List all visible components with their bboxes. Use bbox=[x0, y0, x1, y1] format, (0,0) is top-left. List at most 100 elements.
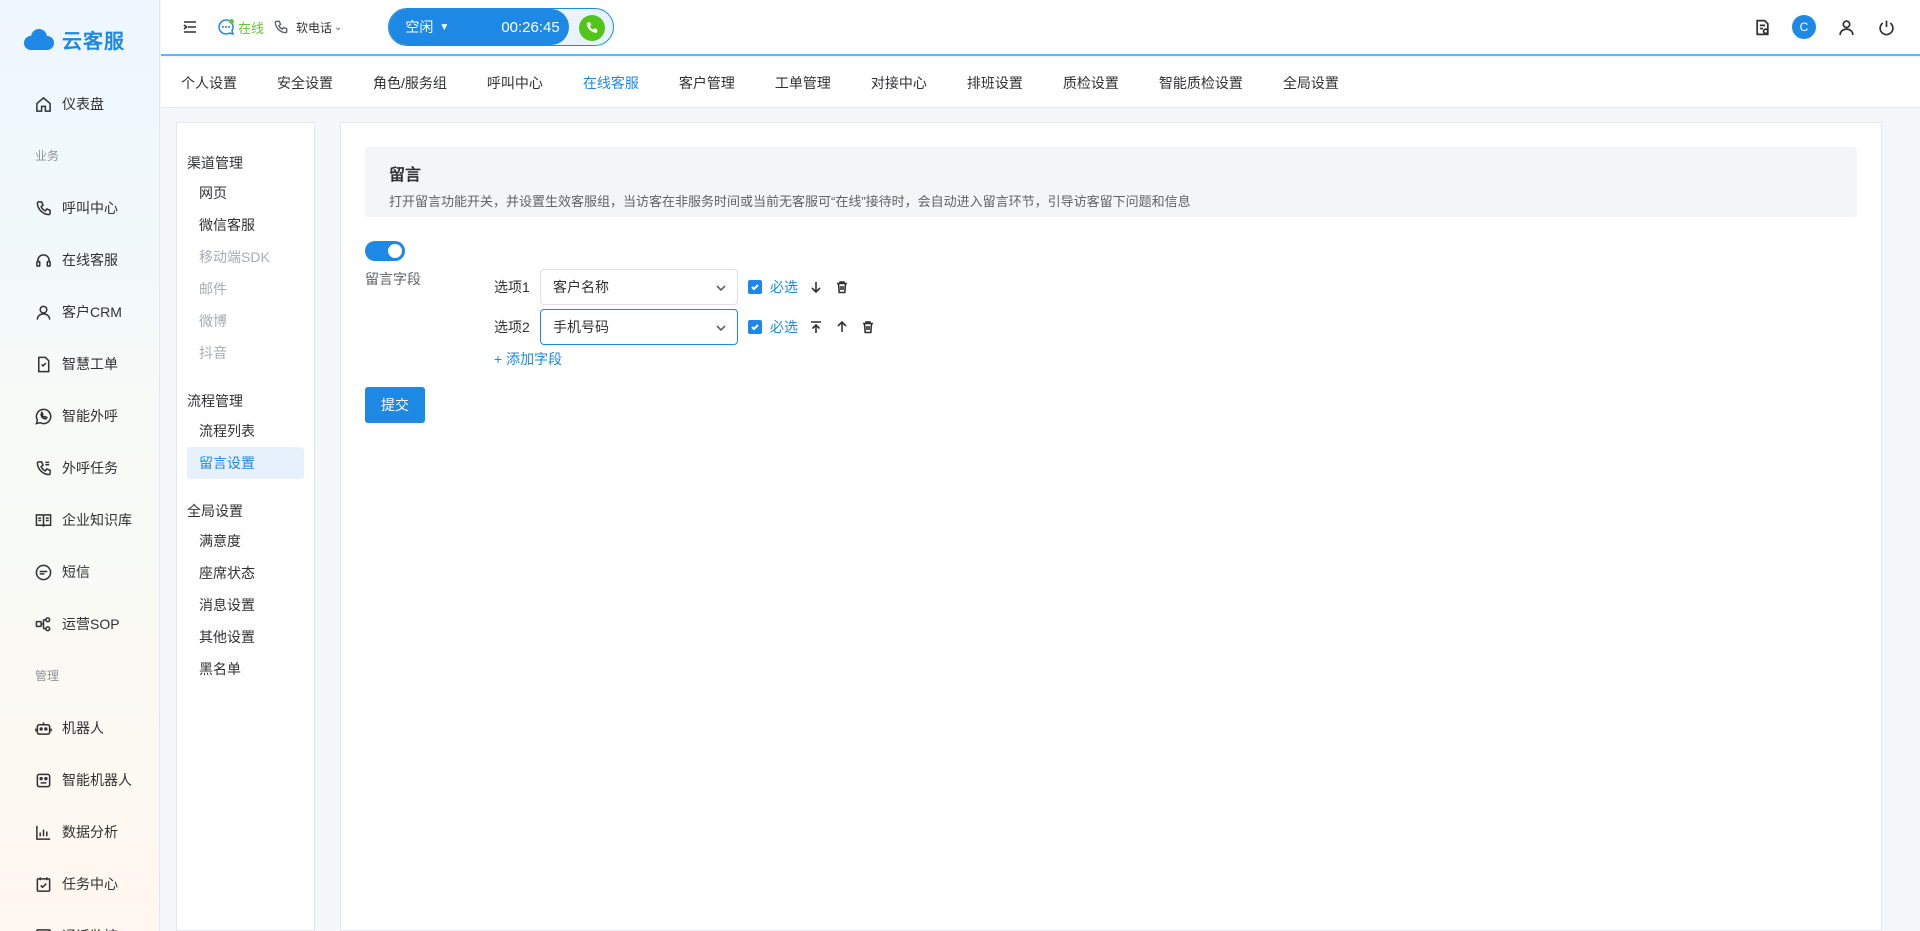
logo: 云客服 bbox=[0, 0, 159, 78]
power-icon[interactable] bbox=[1876, 17, 1896, 37]
subnav-item[interactable]: 流程列表 bbox=[187, 415, 304, 447]
submit-button[interactable]: 提交 bbox=[365, 387, 425, 423]
subnav-spacer bbox=[177, 479, 314, 497]
tab-item[interactable]: 在线客服 bbox=[583, 73, 639, 93]
settings-tabs: 个人设置 安全设置 角色/服务组 呼叫中心 在线客服 客户管理 工单管理 对接中心 排班设置 质检… bbox=[161, 58, 1920, 108]
sidebar: 云客服 仪表盘 业务 呼叫中心 在线客服 客户CRM 智慧工单 智能外呼 外呼任务 企业知识库短… bbox=[0, 0, 160, 931]
required-label[interactable]: 必选 bbox=[770, 317, 798, 337]
sidebar-item[interactable]: 智慧工单 bbox=[0, 338, 159, 390]
subnav-spacer bbox=[177, 369, 314, 387]
delete-icon[interactable] bbox=[860, 319, 876, 335]
header-actions: C bbox=[1732, 15, 1896, 39]
sidebar-item[interactable]: 任务中心 bbox=[0, 858, 159, 910]
chevron-down-icon bbox=[715, 322, 726, 332]
tab-item[interactable]: 角色/服务组 bbox=[373, 73, 447, 93]
phone-task-icon bbox=[34, 459, 52, 477]
sidebar-item[interactable]: 智能外呼 bbox=[0, 390, 159, 442]
tab-item[interactable]: 呼叫中心 bbox=[487, 73, 543, 93]
subnav-item: 邮件 bbox=[199, 281, 227, 297]
delete-icon[interactable] bbox=[834, 279, 850, 295]
message-toggle-switch[interactable] bbox=[365, 241, 405, 261]
sidebar-item[interactable]: 机器人 bbox=[0, 702, 159, 754]
sidebar-item-label: 智能机器人 bbox=[62, 772, 132, 788]
required-checkbox-1[interactable] bbox=[748, 280, 762, 294]
move-down-icon[interactable] bbox=[808, 279, 824, 295]
subnav-item: 微博 bbox=[199, 313, 227, 329]
chat-status-icon bbox=[218, 19, 235, 36]
option-1-select[interactable]: 客户名称 bbox=[540, 269, 738, 305]
menu-collapse-icon[interactable] bbox=[181, 18, 199, 36]
smart-robot-icon bbox=[34, 771, 52, 789]
tab-item[interactable]: 个人设置 bbox=[181, 73, 237, 93]
tab-item[interactable]: 排班设置 bbox=[967, 73, 1023, 93]
whatsapp-icon bbox=[34, 407, 52, 425]
call-bar: 空闲 ▼ 00:26:45 bbox=[388, 8, 615, 46]
tab-item[interactable]: 工单管理 bbox=[775, 73, 831, 93]
subnav-item[interactable]: 网页 bbox=[187, 177, 304, 209]
top-header: 在线 软电话 ⌄ 空闲 ▼ 00:26:45 C bbox=[161, 0, 1920, 56]
app-name: 云客服 bbox=[62, 30, 125, 53]
option-2-select[interactable]: 手机号码 bbox=[540, 309, 738, 345]
tab-item[interactable]: 质检设置 bbox=[1063, 73, 1119, 93]
call-state-dropdown[interactable]: 空闲 ▼ 00:26:45 bbox=[389, 9, 570, 45]
document-icon bbox=[34, 355, 52, 373]
required-label[interactable]: 必选 bbox=[770, 277, 798, 297]
user-icon bbox=[34, 303, 52, 321]
sidebar-item[interactable]: 在线客服 bbox=[0, 234, 159, 286]
sidebar-item[interactable]: 短信 bbox=[0, 546, 159, 598]
call-state-label: 空闲 bbox=[405, 19, 434, 35]
sidebar-item[interactable]: 呼叫中心 bbox=[0, 182, 159, 234]
sidebar-item-label: 机器人 bbox=[62, 720, 104, 736]
subnav-item[interactable]: 黑名单 bbox=[187, 653, 304, 685]
sms-icon bbox=[34, 563, 52, 581]
subnav-item[interactable]: 其他设置 bbox=[187, 621, 304, 653]
sidebar-item[interactable]: 仪表盘 bbox=[0, 78, 159, 130]
sidebar-item-label: 在线客服 bbox=[62, 252, 118, 268]
option-row-1: 选项1 客户名称 必选 bbox=[494, 269, 850, 305]
phone-icon bbox=[274, 20, 288, 34]
tab-item[interactable]: 安全设置 bbox=[277, 73, 333, 93]
subnav-item[interactable]: 满意度 bbox=[187, 525, 304, 557]
notes-icon[interactable] bbox=[1752, 17, 1772, 37]
sidebar-item[interactable]: 智能机器人 bbox=[0, 754, 159, 806]
required-checkbox-2[interactable] bbox=[748, 320, 762, 334]
option-value: 手机号码 bbox=[553, 319, 609, 335]
sidebar-item-label: 智能外呼 bbox=[62, 408, 118, 424]
sidebar-item[interactable]: 通话监控 bbox=[0, 910, 159, 931]
tab-item[interactable]: 客户管理 bbox=[679, 73, 735, 93]
move-top-icon[interactable] bbox=[808, 319, 824, 335]
sidebar-item-label: 客户CRM bbox=[62, 304, 122, 320]
answer-call-button[interactable] bbox=[579, 15, 606, 41]
sidebar-item[interactable]: 数据分析 bbox=[0, 806, 159, 858]
sub-navigation: 渠道管理 网页 微信客服 移动端SDK 邮件 微博 抖音 流程管理 流程列表 留言设置 全局设置 满意… bbox=[176, 122, 315, 931]
headset-icon bbox=[34, 251, 52, 269]
avatar[interactable]: C bbox=[1792, 15, 1816, 39]
move-up-icon[interactable] bbox=[834, 319, 850, 335]
sidebar-section-label: 管理 bbox=[35, 669, 60, 683]
user-icon[interactable] bbox=[1836, 17, 1856, 37]
tab-item[interactable]: 智能质检设置 bbox=[1159, 73, 1243, 93]
tab-item[interactable]: 全局设置 bbox=[1283, 73, 1339, 93]
add-field-link[interactable]: + 添加字段 bbox=[494, 349, 562, 369]
subnav-item[interactable]: 微信客服 bbox=[187, 209, 304, 241]
sidebar-item[interactable]: 企业知识库 bbox=[0, 494, 159, 546]
subnav-group-title: 渠道管理 bbox=[187, 155, 243, 171]
subnav-item[interactable]: 消息设置 bbox=[187, 589, 304, 621]
sidebar-item[interactable]: 运营SOP bbox=[0, 598, 159, 650]
tab-item[interactable]: 对接中心 bbox=[871, 73, 927, 93]
main-panel: 留言 打开留言功能开关，并设置生效客服组，当访客在非服务时间或当前无客服可“在线… bbox=[340, 122, 1882, 931]
subnav-item[interactable]: 留言设置 bbox=[187, 447, 304, 479]
agent-status[interactable]: 在线 bbox=[217, 18, 264, 37]
sidebar-item[interactable]: 客户CRM bbox=[0, 286, 159, 338]
agent-status-label: 在线 bbox=[238, 20, 265, 36]
cloud-logo-icon bbox=[22, 28, 56, 50]
option-value: 客户名称 bbox=[553, 279, 609, 295]
notice-box: 留言 打开留言功能开关，并设置生效客服组，当访客在非服务时间或当前无客服可“在线… bbox=[365, 147, 1857, 217]
sidebar-item-label: 智慧工单 bbox=[62, 356, 118, 372]
phone-type-select[interactable]: 软电话 ⌄ bbox=[274, 19, 342, 36]
task-icon bbox=[34, 875, 52, 893]
sidebar-item[interactable]: 外呼任务 bbox=[0, 442, 159, 494]
notice-title: 留言 bbox=[389, 167, 422, 184]
subnav-item[interactable]: 座席状态 bbox=[187, 557, 304, 589]
sidebar-item-label: 任务中心 bbox=[62, 876, 118, 892]
